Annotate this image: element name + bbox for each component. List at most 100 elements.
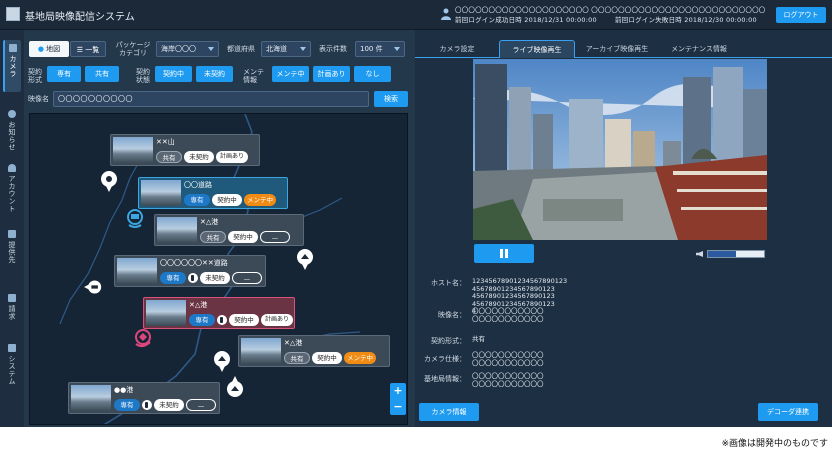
filter-planned-button[interactable]: 計画あり bbox=[313, 66, 350, 82]
map-pin-selected-icon[interactable] bbox=[134, 328, 152, 350]
camera-card[interactable]: ✕△港 共有 契約中 — bbox=[154, 214, 304, 246]
nav-tab-billing[interactable]: 請求 bbox=[3, 290, 21, 328]
volume-icon bbox=[696, 251, 703, 257]
prefecture-select[interactable]: 北海道 bbox=[261, 41, 311, 57]
nav-tab-provider[interactable]: 提供先 bbox=[3, 226, 21, 270]
list-view-button[interactable]: ☰ 一覧 bbox=[70, 41, 106, 57]
last-login-success: 前回ログイン成功日時 2018/12/31 00:00:00 bbox=[455, 16, 597, 24]
video-name-label: 映像名 bbox=[28, 95, 49, 103]
contract-type-value: 共有 bbox=[472, 335, 485, 343]
camera-card[interactable]: 〇〇〇〇〇〇✕✕道路 専有 未契約 — bbox=[114, 255, 266, 287]
nav-tab-label: 提供先 bbox=[8, 241, 16, 264]
maintenance-label: メンテ 情報 bbox=[243, 68, 264, 84]
folder-icon bbox=[8, 230, 16, 238]
logout-button[interactable]: ログアウト bbox=[776, 7, 826, 23]
count-label: 表示件数 bbox=[319, 45, 347, 53]
host-name-label: ホスト名： bbox=[431, 279, 466, 287]
tab-camera-settings[interactable]: カメラ設定 bbox=[425, 40, 489, 58]
package-select[interactable]: 海岸〇〇〇 bbox=[156, 41, 219, 57]
filter-exclusive-button[interactable]: 専有 bbox=[47, 66, 81, 82]
last-login-fail: 前回ログイン失敗日時 2018/12/30 00:00:00 bbox=[615, 16, 757, 24]
maintenance-tag: 計画あり bbox=[216, 151, 248, 163]
top-bar: 基地局映像配信システム 〇〇〇〇〇〇〇〇〇〇〇〇〇〇〇〇〇〇〇〇 〇〇〇〇〇〇〇… bbox=[0, 0, 832, 30]
filter-in-maintenance-button[interactable]: メンテ中 bbox=[272, 66, 309, 82]
tab-archive-video[interactable]: アーカイブ映像再生 bbox=[579, 40, 655, 58]
contract-status-label: 契約 状態 bbox=[136, 68, 150, 84]
map-pin-icon[interactable] bbox=[84, 276, 102, 298]
tab-maintenance-info[interactable]: メンテナンス情報 bbox=[661, 40, 737, 58]
nav-tab-account[interactable]: アカウント bbox=[3, 160, 21, 218]
contract-status-tag: 契約中 bbox=[312, 352, 342, 364]
prefecture-value: 北海道 bbox=[266, 45, 287, 53]
filter-contracted-button[interactable]: 契約中 bbox=[155, 66, 192, 82]
camera-card[interactable]: ●●港 専有 未契約 — bbox=[68, 382, 220, 414]
map-view-label: 地図 bbox=[46, 45, 61, 53]
camera-thumbnail bbox=[141, 180, 181, 206]
invoice-icon bbox=[8, 294, 16, 302]
base-station-label: 基地局情報： bbox=[424, 375, 466, 383]
app-window: 基地局映像配信システム 〇〇〇〇〇〇〇〇〇〇〇〇〇〇〇〇〇〇〇〇 〇〇〇〇〇〇〇… bbox=[0, 0, 832, 427]
camera-list-panel: ● 地図 ☰ 一覧 パッケージ カテゴリ 海岸〇〇〇 都道府県 北海道 表示件数… bbox=[24, 30, 411, 427]
camera-thumbnail bbox=[113, 137, 153, 163]
volume-slider[interactable] bbox=[707, 250, 765, 258]
maintenance-tag: — bbox=[232, 272, 262, 284]
contract-type-label: 契約 形式 bbox=[28, 68, 42, 84]
zoom-in-button[interactable]: + bbox=[390, 383, 406, 399]
camera-card-title: ✕△港 bbox=[284, 339, 303, 347]
map-pin-icon[interactable] bbox=[296, 248, 314, 270]
filter-uncontracted-button[interactable]: 未契約 bbox=[196, 66, 233, 82]
count-select[interactable]: 100 件 bbox=[355, 41, 405, 57]
footnote: ※画像は開発中のものです bbox=[721, 439, 828, 449]
list-icon bbox=[8, 344, 16, 352]
user-id: 〇〇〇〇〇〇〇〇〇〇〇〇〇〇〇〇〇〇〇〇 〇〇〇〇〇〇〇〇〇〇〇〇〇〇〇〇〇〇〇… bbox=[455, 6, 766, 14]
contract-type-tag: 専有 bbox=[189, 314, 215, 326]
camera-thumbnail bbox=[241, 338, 281, 364]
contract-status-tag: 未契約 bbox=[200, 272, 230, 284]
info-icon bbox=[8, 110, 16, 118]
camera-card[interactable]: 〇〇道路 専有 契約中 メンテ中 bbox=[138, 177, 288, 209]
camera-icon bbox=[9, 44, 17, 52]
contract-type-tag: 専有 bbox=[184, 194, 210, 206]
map-pin-icon[interactable] bbox=[213, 350, 231, 372]
map-view-button[interactable]: ● 地図 bbox=[29, 41, 69, 57]
camera-card[interactable]: ✕△港 専有 契約中 計画あり bbox=[143, 297, 295, 329]
camera-spec-value: 〇〇〇〇〇〇〇〇〇〇〇 〇〇〇〇〇〇〇〇〇〇〇 bbox=[472, 351, 544, 367]
camera-card[interactable]: ✕△港 共有 契約中 メンテ中 bbox=[238, 335, 390, 367]
camera-card-title: ✕△港 bbox=[189, 301, 208, 309]
chevron-down-icon bbox=[300, 47, 306, 51]
decoder-link-button[interactable]: デコーダ連携 bbox=[758, 403, 818, 421]
map-pin-icon[interactable] bbox=[226, 376, 244, 398]
filter-none-button[interactable]: なし bbox=[354, 66, 391, 82]
app-logo bbox=[6, 7, 20, 21]
pause-button[interactable] bbox=[474, 244, 534, 263]
video-name-value: 〇〇〇〇〇〇〇〇〇〇〇 〇〇〇〇〇〇〇〇〇〇〇 bbox=[472, 307, 544, 323]
camera-card-title: ✕△港 bbox=[200, 218, 219, 226]
live-video-player[interactable] bbox=[473, 59, 767, 240]
map-pin-selected-icon[interactable] bbox=[126, 208, 144, 230]
tab-live-video[interactable]: ライブ映像再生 bbox=[499, 40, 575, 58]
nav-tab-label: カメラ bbox=[9, 55, 17, 78]
contract-type-tag: 共有 bbox=[284, 352, 310, 364]
nav-tab-label: 請求 bbox=[8, 305, 16, 320]
filter-shared-button[interactable]: 共有 bbox=[85, 66, 119, 82]
camera-map[interactable]: ✕✕山 共有 未契約 計画あり 〇〇道路 専有 契約中 メンテ中 ✕△港 共有 … bbox=[29, 113, 408, 425]
video-name-input[interactable]: 〇〇〇〇〇〇〇〇〇〇 bbox=[53, 91, 369, 107]
contract-status-tag: 契約中 bbox=[212, 194, 242, 206]
map-zoom-control: + − bbox=[390, 383, 406, 415]
contract-status-tag: 契約中 bbox=[229, 314, 259, 326]
camera-thumbnail bbox=[157, 217, 197, 243]
chevron-down-icon bbox=[394, 47, 400, 51]
package-label: パッケージ カテゴリ bbox=[115, 41, 151, 57]
count-value: 100 件 bbox=[360, 45, 383, 53]
map-pin-icon[interactable] bbox=[100, 170, 118, 192]
nav-tab-system[interactable]: システム bbox=[3, 340, 21, 392]
camera-info-button[interactable]: カメラ情報 bbox=[419, 403, 479, 421]
camera-card[interactable]: ✕✕山 共有 未契約 計画あり bbox=[110, 134, 260, 166]
camera-card-title: 〇〇〇〇〇〇✕✕道路 bbox=[160, 259, 228, 267]
camera-card-title: ●●港 bbox=[114, 386, 134, 394]
nav-tab-camera[interactable]: カメラ bbox=[3, 40, 21, 92]
list-icon: ☰ bbox=[76, 46, 84, 54]
zoom-out-button[interactable]: − bbox=[390, 399, 406, 415]
search-button[interactable]: 検索 bbox=[374, 91, 408, 107]
nav-tab-notice[interactable]: お知らせ bbox=[3, 106, 21, 156]
